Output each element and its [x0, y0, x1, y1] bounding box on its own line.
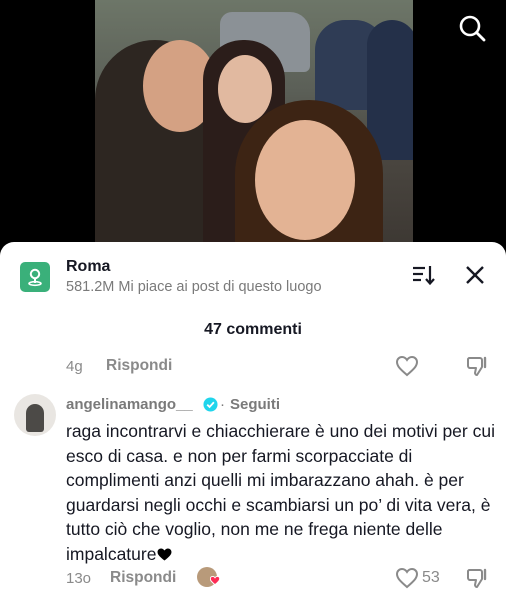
- verified-badge-icon: [203, 397, 218, 412]
- comment-username[interactable]: angelinamango__: [66, 396, 193, 413]
- reply-button[interactable]: Rispondi: [106, 357, 172, 375]
- follow-status[interactable]: Seguiti: [230, 396, 280, 413]
- reply-button[interactable]: Rispondi: [110, 569, 176, 587]
- comments-count: 47 commenti: [204, 321, 302, 338]
- comment-time: 4g: [66, 358, 83, 375]
- thumbs-down-icon[interactable]: [466, 355, 488, 377]
- comments-sheet: Roma 581.2M Mi piace ai post di questo l…: [0, 242, 506, 600]
- separator-dot: ·: [220, 396, 225, 413]
- heart-outline-icon[interactable]: [395, 567, 419, 589]
- comment-text-body: raga incontrarvi e chiacchierare è uno d…: [66, 421, 495, 564]
- search-icon[interactable]: [458, 14, 486, 42]
- black-heart-emoji-icon: [158, 548, 172, 561]
- sort-icon[interactable]: [412, 264, 436, 286]
- location-pin-icon[interactable]: [20, 262, 50, 292]
- video-area[interactable]: [0, 0, 506, 260]
- creator-liked-heart-icon: [210, 576, 220, 585]
- place-title[interactable]: Roma: [66, 258, 110, 276]
- thumbs-down-icon[interactable]: [466, 567, 488, 589]
- place-subtitle: 581.2M Mi piace ai post di questo luogo: [66, 279, 322, 295]
- like-count: 53: [422, 569, 440, 586]
- comment-time: 13o: [66, 570, 92, 587]
- avatar[interactable]: [14, 394, 56, 436]
- heart-outline-icon[interactable]: [395, 355, 419, 377]
- close-icon[interactable]: [464, 264, 486, 286]
- comment-text: raga incontrarvi e chiacchierare è uno d…: [66, 419, 496, 567]
- video-thumbnail: [95, 0, 413, 260]
